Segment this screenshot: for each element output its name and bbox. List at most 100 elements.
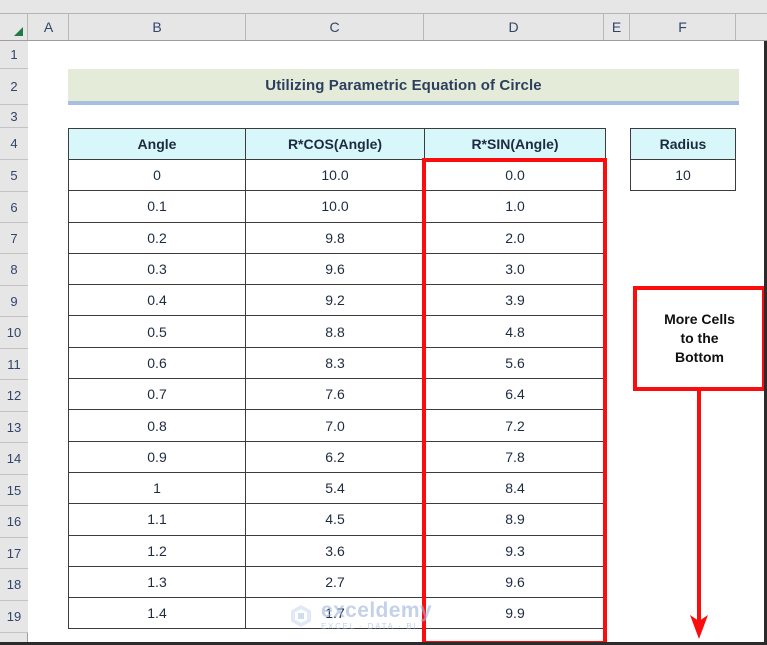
table-row[interactable]: 1.3 2.7 9.6 <box>68 565 606 599</box>
radius-value-row[interactable]: 10 <box>630 159 736 191</box>
cell-angle[interactable]: 0 <box>68 158 246 192</box>
cell-rcos[interactable]: 3.6 <box>245 534 425 567</box>
column-header-rsin[interactable]: R*SIN(Angle) <box>424 128 606 160</box>
row-header-5[interactable]: 5 <box>0 160 28 192</box>
column-header-a[interactable]: A <box>29 14 69 40</box>
column-header-c[interactable]: C <box>246 14 424 40</box>
row-header-3[interactable]: 3 <box>0 105 28 128</box>
table-row[interactable]: 0.1 10.0 1.0 <box>68 190 606 223</box>
table-row[interactable]: 0.2 9.8 2.0 <box>68 221 606 254</box>
row-header-1[interactable]: 1 <box>0 41 28 69</box>
row-header-8[interactable]: 8 <box>0 254 28 286</box>
table-row[interactable]: 0.8 7.0 7.2 <box>68 409 606 442</box>
cell-angle[interactable]: 0.4 <box>68 284 246 317</box>
cell-angle[interactable]: 1.1 <box>68 503 246 536</box>
cell-rcos[interactable]: 9.6 <box>245 252 425 286</box>
cell-rcos[interactable]: 8.8 <box>245 315 425 348</box>
cell-rsin[interactable]: 3.0 <box>424 252 606 286</box>
cell-rcos[interactable]: 1.7 <box>245 597 425 630</box>
table-row[interactable]: 0.3 9.6 3.0 <box>68 252 606 286</box>
table-row[interactable]: 1.1 4.5 8.9 <box>68 503 606 536</box>
radius-label[interactable]: Radius <box>630 128 736 160</box>
cell-rcos[interactable]: 10.0 <box>245 158 425 192</box>
cell-rsin[interactable]: 9.3 <box>424 534 606 567</box>
cell-rsin[interactable]: 3.9 <box>424 284 606 317</box>
cell-angle[interactable]: 0.2 <box>68 221 246 254</box>
cell-rsin[interactable]: 5.6 <box>424 346 606 380</box>
column-header-rcos[interactable]: R*COS(Angle) <box>245 128 425 160</box>
cell-angle[interactable]: 0.1 <box>68 190 246 223</box>
down-arrow <box>684 389 714 641</box>
parametric-data-table[interactable]: Angle R*COS(Angle) R*SIN(Angle) 0 10.0 0… <box>68 128 606 630</box>
cell-rsin[interactable]: 1.0 <box>424 190 606 223</box>
cell-rcos[interactable]: 9.8 <box>245 221 425 254</box>
cell-rcos[interactable]: 2.7 <box>245 565 425 599</box>
cell-angle[interactable]: 0.7 <box>68 378 246 411</box>
row-header-18[interactable]: 18 <box>0 569 28 601</box>
cell-angle[interactable]: 1.2 <box>68 534 246 567</box>
column-header-g-partial[interactable] <box>736 14 767 40</box>
cell-angle[interactable]: 0.8 <box>68 409 246 442</box>
cell-angle[interactable]: 1 <box>68 471 246 505</box>
table-row[interactable]: 0.4 9.2 3.9 <box>68 284 606 317</box>
row-header-9[interactable]: 9 <box>0 286 28 317</box>
cell-rsin[interactable]: 8.4 <box>424 471 606 505</box>
cell-rcos[interactable]: 10.0 <box>245 190 425 223</box>
row-header-4[interactable]: 4 <box>0 128 28 160</box>
row-header-12[interactable]: 12 <box>0 380 28 412</box>
row-header-11[interactable]: 11 <box>0 349 28 380</box>
sheet-title-banner: Utilizing Parametric Equation of Circle <box>68 69 739 105</box>
row-header-17[interactable]: 17 <box>0 538 28 569</box>
cell-rsin[interactable]: 7.2 <box>424 409 606 442</box>
cell-rcos[interactable]: 7.0 <box>245 409 425 442</box>
cell-angle[interactable]: 1.3 <box>68 565 246 599</box>
row-header-16[interactable]: 16 <box>0 506 28 538</box>
row-header-7[interactable]: 7 <box>0 223 28 254</box>
table-row[interactable]: 0 10.0 0.0 <box>68 158 606 192</box>
cell-rcos[interactable]: 4.5 <box>245 503 425 536</box>
row-header-13[interactable]: 13 <box>0 412 28 443</box>
cell-angle[interactable]: 1.4 <box>68 597 246 630</box>
row-header-15[interactable]: 15 <box>0 475 28 506</box>
cell-rsin[interactable]: 2.0 <box>424 221 606 254</box>
cell-rcos[interactable]: 6.2 <box>245 440 425 473</box>
cell-angle[interactable]: 0.9 <box>68 440 246 473</box>
worksheet-canvas[interactable]: Utilizing Parametric Equation of Circle … <box>29 41 767 645</box>
table-row[interactable]: 0.5 8.8 4.8 <box>68 315 606 348</box>
cell-angle[interactable]: 0.6 <box>68 346 246 380</box>
cell-rsin[interactable]: 4.8 <box>424 315 606 348</box>
column-header-b[interactable]: B <box>69 14 246 40</box>
row-header-2[interactable]: 2 <box>0 69 28 105</box>
column-header-f[interactable]: F <box>630 14 736 40</box>
table-row[interactable]: 0.7 7.6 6.4 <box>68 378 606 411</box>
select-all-button[interactable] <box>0 14 28 40</box>
cell-rsin[interactable]: 9.6 <box>424 565 606 599</box>
cell-rcos[interactable]: 9.2 <box>245 284 425 317</box>
column-header-angle[interactable]: Angle <box>68 128 246 160</box>
table-row[interactable]: 1.2 3.6 9.3 <box>68 534 606 567</box>
row-header-19[interactable]: 19 <box>0 601 28 633</box>
row-header-14[interactable]: 14 <box>0 443 28 475</box>
cell-angle[interactable]: 0.5 <box>68 315 246 348</box>
column-header-e[interactable]: E <box>604 14 630 40</box>
cell-rsin[interactable]: 9.9 <box>424 597 606 630</box>
cell-rsin[interactable]: 8.9 <box>424 503 606 536</box>
table-row[interactable]: 0.9 6.2 7.8 <box>68 440 606 473</box>
cell-rcos[interactable]: 5.4 <box>245 471 425 505</box>
table-row[interactable]: 1.4 1.7 9.9 <box>68 597 606 630</box>
cell-rsin[interactable]: 7.8 <box>424 440 606 473</box>
radius-table[interactable]: Radius 10 <box>630 128 736 191</box>
cell-rcos[interactable]: 8.3 <box>245 346 425 380</box>
table-row[interactable]: 0.6 8.3 5.6 <box>68 346 606 380</box>
cell-rcos[interactable]: 7.6 <box>245 378 425 411</box>
radius-value[interactable]: 10 <box>630 159 736 191</box>
row-header-10[interactable]: 10 <box>0 317 28 349</box>
column-header-d[interactable]: D <box>424 14 604 40</box>
radius-header-row: Radius <box>630 128 736 160</box>
row-header-6[interactable]: 6 <box>0 192 28 223</box>
cell-angle[interactable]: 0.3 <box>68 252 246 286</box>
cell-rsin[interactable]: 6.4 <box>424 378 606 411</box>
more-cells-callout-text: More Cells to the Bottom <box>664 310 735 367</box>
table-row[interactable]: 1 5.4 8.4 <box>68 471 606 505</box>
cell-rsin[interactable]: 0.0 <box>424 158 606 192</box>
